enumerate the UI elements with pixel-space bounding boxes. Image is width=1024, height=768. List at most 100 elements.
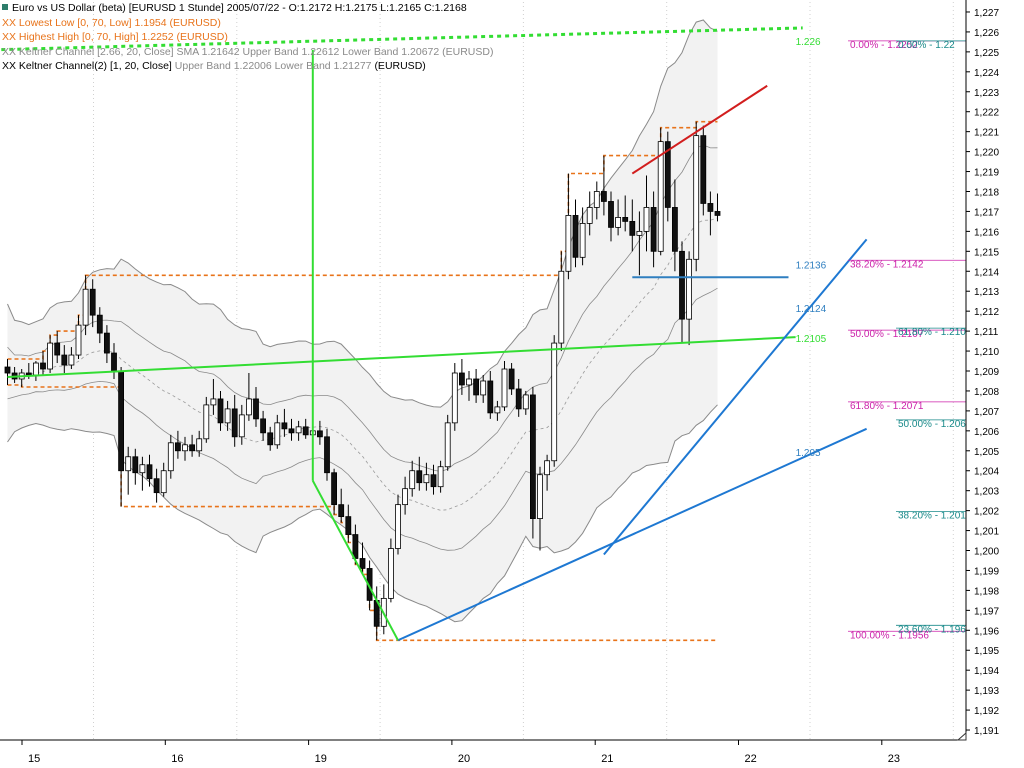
x-tick-label: 23 [888,753,900,765]
candle-body [579,222,586,258]
candle-body [508,368,515,390]
candle-body [274,422,281,446]
candle-body [672,207,678,252]
value-label: 1.205 [796,448,821,459]
candle-body [494,406,501,414]
legend-keltner-2-name: XX Keltner Channel(2) [1, 20, Close] [2,60,172,72]
y-tick-label: 1,194 [974,666,999,677]
y-tick-label: 1,217 [974,207,999,218]
candle-body [473,378,480,396]
candle-body [466,378,472,386]
value-labels: 1.226 1.2136 1.2124 1.2105 1.205 [796,37,827,459]
candle-body [331,472,338,506]
resize-corner-icon [956,731,967,741]
y-tick-label: 1,218 [974,187,999,198]
y-tick-label: 1,208 [974,387,999,398]
chart-legend: Euro vs US Dollar (beta) [EURUSD 1 Stund… [2,1,493,74]
value-label: 1.2136 [796,260,827,271]
candle-body [522,394,529,410]
candle-body [615,217,621,228]
fib-label: 50.00% - 1.206 [898,419,966,430]
candle-body [650,207,657,252]
value-label: 1.2124 [796,304,827,315]
y-tick-label: 1,224 [974,68,999,79]
candle-body [679,250,685,320]
candle-body [174,442,181,452]
legend-keltner-1: XX Keltner Channel [2.66, 20, Close] SMA… [2,45,494,58]
y-tick-label: 1,210 [974,347,999,358]
candle-body [430,474,437,488]
y-tick-label: 1,207 [974,407,999,418]
candle-body [714,211,721,216]
candle-body [104,332,110,354]
candle-body [238,414,245,438]
candle-body [437,466,444,488]
fib-label: 0.00% - 1.22 [898,40,955,51]
legend-title: Euro vs US Dollar (beta) [EURUSD 1 Stund… [2,1,493,16]
y-tick-label: 1,196 [974,626,999,637]
x-axis: 15 16 19 20 21 22 23 [0,731,967,765]
y-tick-label: 1,216 [974,227,999,238]
candle-body [160,470,167,494]
candle-body [601,191,607,202]
candle-body [40,362,46,370]
candle-body [75,324,82,356]
candle-body [700,135,707,204]
candle-body [167,442,174,472]
x-tick-label: 19 [315,753,327,765]
fib-label: 61.80% - 1.2071 [850,401,924,412]
candle-body [586,207,593,224]
candle-body [82,288,89,326]
candle-body [288,428,295,434]
candle-body [345,516,352,535]
y-tick-label: 1,227 [974,8,999,19]
candle-body [537,474,543,520]
y-tick-label: 1,213 [974,287,999,298]
candle-body [558,270,565,344]
y-tick-label: 1,198 [974,586,999,597]
candle-body [260,418,267,434]
y-tick-label: 1,223 [974,88,999,99]
candle-body [132,456,139,474]
candle-body [316,430,323,438]
candle-body [629,221,636,236]
legend-keltner-2-bands: Upper Band 1.22006 Lower Band 1.21277 [174,60,372,72]
candle-body [643,207,650,232]
candle-body [118,370,124,472]
candle-body [267,432,274,446]
candle-body [636,230,643,236]
candle-body [416,470,423,484]
candle-body [182,444,188,452]
y-tick-label: 1,226 [974,28,999,39]
candle-body [54,342,61,356]
candle-body [402,488,409,506]
candle-body [245,398,252,416]
candle-body [544,460,550,476]
y-tick-label: 1,192 [974,706,999,717]
candle-body [657,141,664,252]
candle-body [231,408,238,438]
y-tick-label: 1,199 [974,566,999,577]
candle-body [61,354,68,366]
candle-body [68,354,75,366]
candle-body [693,135,700,260]
candle-body [89,288,96,316]
candle-body [302,426,309,436]
value-label: 1.226 [796,37,821,48]
x-tick-label: 16 [171,753,183,765]
candle-body [387,548,394,599]
candle-body [324,436,330,474]
eurusd-candlestick-chart[interactable]: 1.226 1.2136 1.2124 1.2105 1.205 0.00% - 1.2… [0,0,1024,768]
candle-body [338,504,345,518]
y-tick-label: 1,222 [974,108,999,119]
candle-body [707,203,714,212]
candle-body [487,380,494,414]
candle-body [501,368,508,408]
y-tick-label: 1,206 [974,427,999,438]
candle-body [572,215,579,258]
candle-body [359,558,366,569]
candle-body [224,408,231,424]
candle-body [47,342,53,370]
candle-body [295,426,302,434]
y-tick-label: 1,211 [974,327,999,338]
